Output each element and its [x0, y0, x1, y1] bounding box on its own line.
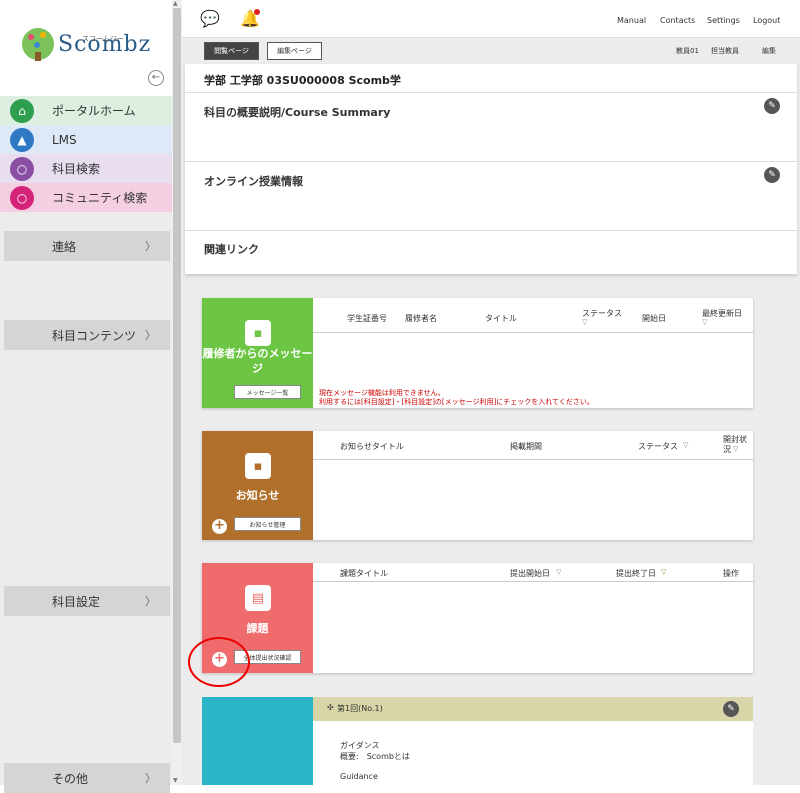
- chat-icon[interactable]: 💬: [200, 9, 220, 28]
- sidebar-section-label: 科目コンテンツ: [52, 328, 137, 343]
- notice-management-button[interactable]: お知らせ管理: [234, 517, 301, 531]
- column-header[interactable]: 最終更新日: [702, 308, 742, 319]
- related-links-label: 関連リンク: [204, 243, 259, 256]
- sidebar-scrollbar-thumb[interactable]: [173, 8, 181, 743]
- edit-page-button[interactable]: 編集ページ: [267, 42, 322, 60]
- lesson-summary: 概要: Scombとは: [340, 752, 410, 761]
- sidebar-section-other[interactable]: その他 〉: [4, 763, 170, 793]
- column-header[interactable]: 開始日: [642, 313, 666, 324]
- tasks-panel-title: 課題: [246, 622, 269, 635]
- lesson-title: ガイダンス: [340, 741, 380, 750]
- contacts-link[interactable]: Contacts: [660, 16, 695, 25]
- chevron-right-icon: 〉: [145, 595, 156, 608]
- notices-panel-title: お知らせ: [235, 489, 280, 502]
- course-title: 学部 工学部 03SU000008 Scomb学: [204, 74, 401, 87]
- search-icon: ○: [10, 156, 34, 181]
- edit-pencil-icon[interactable]: ✎: [764, 98, 780, 114]
- sidebar-item-lms[interactable]: ▲ LMS: [0, 125, 172, 154]
- column-header[interactable]: ステータス: [638, 441, 678, 452]
- teacher-name: 教員01: [676, 47, 699, 55]
- message-warning-line-1: 現在メッセージ機能は利用できません。: [319, 389, 445, 397]
- notices-panel-header: ▪ お知らせ + お知らせ管理: [202, 431, 313, 540]
- notices-panel: ▪ お知らせ + お知らせ管理 お知らせタイトル 掲載期間 ステータス ▽ 開封…: [202, 431, 753, 540]
- sidebar-item-portal-home[interactable]: ⌂ ポータルホーム: [0, 96, 172, 125]
- column-header[interactable]: 操作: [723, 568, 739, 579]
- sort-icon[interactable]: ▽: [661, 568, 666, 576]
- graduation-cap-icon: ▲: [10, 127, 34, 152]
- sidebar-section-label: 科目設定: [52, 594, 101, 609]
- sidebar-item-label: LMS: [52, 132, 77, 147]
- course-info-card: 学部 工学部 03SU000008 Scomb学 科目の概要説明/Course …: [185, 64, 797, 274]
- edit-pencil-icon[interactable]: ✎: [723, 701, 739, 717]
- lesson-number: 第1回(No.1): [337, 704, 383, 713]
- view-page-button[interactable]: 閲覧ページ: [204, 42, 259, 60]
- messages-panel: ▪ 履修者からのメッセージ メッセージ一覧 学生証番号 履修者名 タイトル ステ…: [202, 298, 753, 408]
- column-header[interactable]: タイトル: [485, 313, 517, 324]
- notification-dot: [254, 9, 260, 15]
- top-bar: 💬 🔔 Manual Contacts Settings Logout: [182, 0, 800, 38]
- logo-area: Scombz スコームジー ←: [0, 0, 172, 96]
- sort-icon[interactable]: ▽: [556, 568, 561, 576]
- sort-icon[interactable]: ▽: [733, 445, 738, 453]
- message-icon: ▪: [245, 453, 271, 479]
- logo[interactable]: Scombz: [22, 28, 151, 61]
- document-icon: ▤: [245, 585, 271, 611]
- column-header[interactable]: 提出終了日: [616, 568, 656, 579]
- drag-move-icon[interactable]: ✣: [327, 703, 334, 712]
- lesson-english-title: Guidance: [340, 772, 378, 781]
- logout-link[interactable]: Logout: [753, 16, 780, 25]
- message-warning-line-2: 利用するには[科目設定]・[科目設定]の[メッセージ利用]にチェックを入れてくだ…: [319, 398, 594, 406]
- edit-link[interactable]: 編集: [762, 46, 776, 56]
- main-content: 💬 🔔 Manual Contacts Settings Logout 閲覧ペー…: [182, 0, 800, 785]
- tasks-panel: ▤ 課題 + 全体提出状況確認 課題タイトル 提出開始日 ▽ 提出終了日 ▽ 操…: [202, 563, 753, 673]
- tree-logo-icon: [22, 28, 54, 61]
- lesson-header-bar: ✣ 第1回(No.1) ✎: [313, 697, 753, 721]
- chevron-right-icon: 〉: [145, 329, 156, 342]
- sidebar-item-community-search[interactable]: ○ コミュニティ検索: [0, 183, 172, 212]
- logo-subtext: スコームジー: [82, 35, 124, 43]
- settings-link[interactable]: Settings: [707, 16, 740, 25]
- home-icon: ⌂: [10, 98, 34, 123]
- sidebar-item-label: コミュニティ検索: [52, 191, 148, 205]
- chevron-right-icon: 〉: [145, 772, 156, 785]
- lesson-panel: ✣ 第1回(No.1) ✎ ガイダンス 概要: Scombとは Guidance: [202, 697, 753, 785]
- sidebar-section-contact[interactable]: 連絡 〉: [4, 231, 170, 261]
- sidebar-item-label: 科目検索: [52, 162, 101, 176]
- messages-panel-header: ▪ 履修者からのメッセージ メッセージ一覧: [202, 298, 313, 408]
- message-list-button[interactable]: メッセージ一覧: [234, 385, 301, 399]
- message-icon: ▪: [245, 320, 271, 346]
- manual-link[interactable]: Manual: [617, 16, 646, 25]
- sort-icon[interactable]: ▽: [683, 441, 688, 449]
- scroll-up-icon[interactable]: ▲: [173, 0, 178, 7]
- sidebar-item-course-search[interactable]: ○ 科目検索: [0, 154, 172, 183]
- sidebar-section-label: その他: [52, 771, 89, 786]
- sidebar-section-label: 連絡: [52, 239, 77, 254]
- lesson-panel-header: [202, 697, 313, 785]
- column-header[interactable]: 学生証番号: [347, 313, 387, 324]
- collapse-sidebar-button[interactable]: ←: [148, 70, 164, 86]
- chevron-right-icon: 〉: [145, 240, 156, 253]
- column-header[interactable]: お知らせタイトル: [340, 441, 404, 452]
- scroll-down-icon[interactable]: ▼: [173, 777, 178, 784]
- teacher-role: 担当教員: [711, 47, 739, 55]
- column-header[interactable]: 掲載期間: [510, 441, 542, 452]
- sort-icon[interactable]: ▽: [702, 318, 707, 326]
- sidebar-section-course-contents[interactable]: 科目コンテンツ 〉: [4, 320, 170, 350]
- course-summary-label: 科目の概要説明/Course Summary: [204, 106, 391, 119]
- add-notice-button[interactable]: +: [212, 519, 227, 534]
- edit-pencil-icon[interactable]: ✎: [764, 167, 780, 183]
- column-header[interactable]: 提出開始日: [510, 568, 550, 579]
- column-header[interactable]: 履修者名: [405, 313, 437, 324]
- online-class-info-label: オンライン授業情報: [204, 175, 303, 188]
- sort-icon[interactable]: ▽: [582, 318, 587, 326]
- highlight-circle: [188, 637, 250, 687]
- sidebar-item-label: ポータルホーム: [52, 104, 136, 118]
- sidebar-section-course-settings[interactable]: 科目設定 〉: [4, 586, 170, 616]
- column-header[interactable]: ステータス: [582, 308, 622, 319]
- column-header[interactable]: 課題タイトル: [340, 568, 388, 579]
- sidebar: Scombz スコームジー ← ⌂ ポータルホーム ▲ LMS ○ 科目検索 ○…: [0, 0, 172, 793]
- search-icon: ○: [10, 185, 34, 210]
- messages-panel-title: 履修者からのメッセージ: [202, 347, 313, 375]
